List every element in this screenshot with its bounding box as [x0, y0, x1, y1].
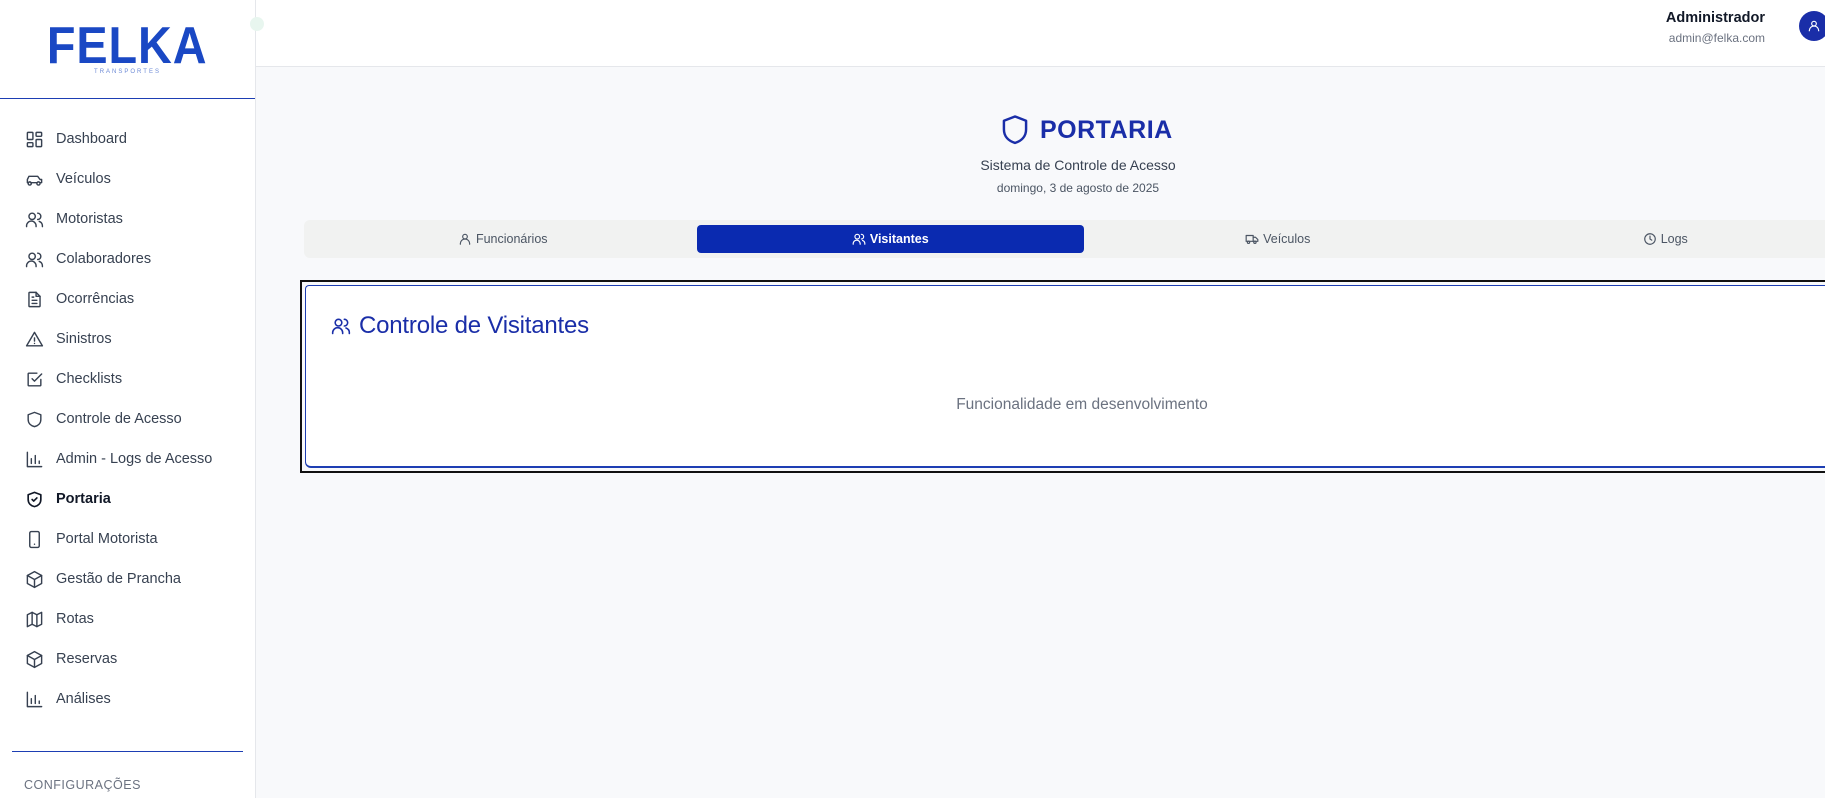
- bar-chart-icon: [24, 449, 44, 469]
- visitor-control-card: Controle de Visitantes Funcionalidade em…: [305, 285, 1825, 468]
- clock-icon: [1643, 233, 1656, 245]
- sidebar-item-admin-logs[interactable]: Admin - Logs de Acesso: [0, 439, 255, 479]
- document-icon: [24, 289, 44, 309]
- sidebar: FELKA TRANSPORTES Dashboard Veículos Mot…: [0, 0, 256, 798]
- sidebar-item-dashboard[interactable]: Dashboard: [0, 119, 255, 159]
- tab-funcionarios[interactable]: Funcionários: [309, 225, 697, 253]
- truck-icon: [1245, 234, 1259, 244]
- smartphone-icon: [24, 529, 44, 549]
- sidebar-item-motoristas[interactable]: Motoristas: [0, 199, 255, 239]
- sidebar-item-label: Portaria: [56, 491, 111, 507]
- sidebar-item-controle-de-acesso[interactable]: Controle de Acesso: [0, 399, 255, 439]
- top-header: Administrador admin@felka.com: [250, 0, 1825, 67]
- card-message: Funcionalidade em desenvolvimento: [956, 396, 1208, 413]
- user-name: Administrador: [1665, 10, 1765, 26]
- tab-logs[interactable]: Logs: [1472, 225, 1825, 253]
- page-date: domingo, 3 de agosto de 2025: [996, 181, 1160, 195]
- tab-visitantes[interactable]: Visitantes: [696, 225, 1084, 253]
- user-icon: [459, 233, 471, 245]
- sidebar-item-label: Análises: [56, 691, 111, 707]
- shield-icon: [1002, 115, 1028, 145]
- logo-text: FELKA: [47, 16, 208, 75]
- users-icon: [24, 209, 44, 229]
- sidebar-item-gestao-de-prancha[interactable]: Gestão de Prancha: [0, 559, 255, 599]
- page-title: PORTARIA: [1040, 115, 1173, 144]
- sidebar-item-label: Gestão de Prancha: [56, 571, 181, 587]
- sidebar-divider: [12, 751, 243, 752]
- sidebar-item-label: Controle de Acesso: [56, 411, 182, 427]
- sidebar-item-sinistros[interactable]: Sinistros: [0, 319, 255, 359]
- map-icon: [24, 609, 44, 629]
- sidebar-item-reservas[interactable]: Reservas: [0, 639, 255, 679]
- shield-check-icon: [24, 489, 44, 509]
- warning-icon: [24, 329, 44, 349]
- tab-label: Logs: [1660, 232, 1688, 246]
- tab-label: Veículos: [1263, 232, 1311, 246]
- user-icon: [1808, 20, 1820, 32]
- page-subtitle: Sistema de Controle de Acesso: [980, 157, 1176, 173]
- sidebar-item-label: Dashboard: [56, 131, 127, 147]
- sidebar-item-label: Checklists: [56, 371, 123, 387]
- sidebar-item-label: Admin - Logs de Acesso: [56, 451, 213, 467]
- users-icon: [24, 249, 44, 269]
- brand-logo[interactable]: FELKA TRANSPORTES: [0, 0, 255, 99]
- sidebar-item-rotas[interactable]: Rotas: [0, 599, 255, 639]
- user-avatar[interactable]: [1799, 11, 1825, 41]
- sidebar-item-label: Rotas: [56, 611, 94, 627]
- sidebar-item-label: Ocorrências: [56, 291, 135, 307]
- sidebar-item-portaria[interactable]: Portaria: [0, 479, 255, 519]
- sidebar-item-analises[interactable]: Análises: [0, 679, 255, 719]
- sidebar-item-label: Reservas: [56, 651, 118, 667]
- sidebar-item-colaboradores[interactable]: Colaboradores: [0, 239, 255, 279]
- checkbox-icon: [24, 369, 44, 389]
- box-icon: [24, 649, 44, 669]
- card-header: Controle de Visitantes: [331, 312, 589, 340]
- portaria-tabs: Funcionários Visitantes Veículos Logs: [304, 220, 1825, 258]
- sidebar-item-portal-motorista[interactable]: Portal Motorista: [0, 519, 255, 559]
- sidebar-section-label: CONFIGURAÇÕES: [24, 778, 141, 792]
- status-dot: [250, 17, 264, 31]
- user-email: admin@felka.com: [1668, 31, 1765, 45]
- card-title: Controle de Visitantes: [359, 312, 589, 339]
- box-icon: [24, 569, 44, 589]
- sidebar-item-checklists[interactable]: Checklists: [0, 359, 255, 399]
- sidebar-item-label: Sinistros: [56, 331, 112, 347]
- users-icon: [331, 318, 351, 335]
- sidebar-item-label: Colaboradores: [56, 251, 152, 267]
- sidebar-item-label: Motoristas: [56, 211, 123, 227]
- tab-veiculos[interactable]: Veículos: [1084, 225, 1472, 253]
- visitor-control-card-frame: Controle de Visitantes Funcionalidade em…: [300, 280, 1825, 473]
- sidebar-item-ocorrencias[interactable]: Ocorrências: [0, 279, 255, 319]
- tab-label: Visitantes: [869, 232, 929, 246]
- bar-chart-icon: [24, 689, 44, 709]
- dashboard-icon: [24, 129, 44, 149]
- tab-label: Funcionários: [475, 232, 548, 246]
- users-icon: [852, 233, 866, 245]
- shield-icon: [24, 409, 44, 429]
- sidebar-item-label: Portal Motorista: [56, 531, 158, 547]
- page-title-row: PORTARIA: [1000, 114, 1173, 146]
